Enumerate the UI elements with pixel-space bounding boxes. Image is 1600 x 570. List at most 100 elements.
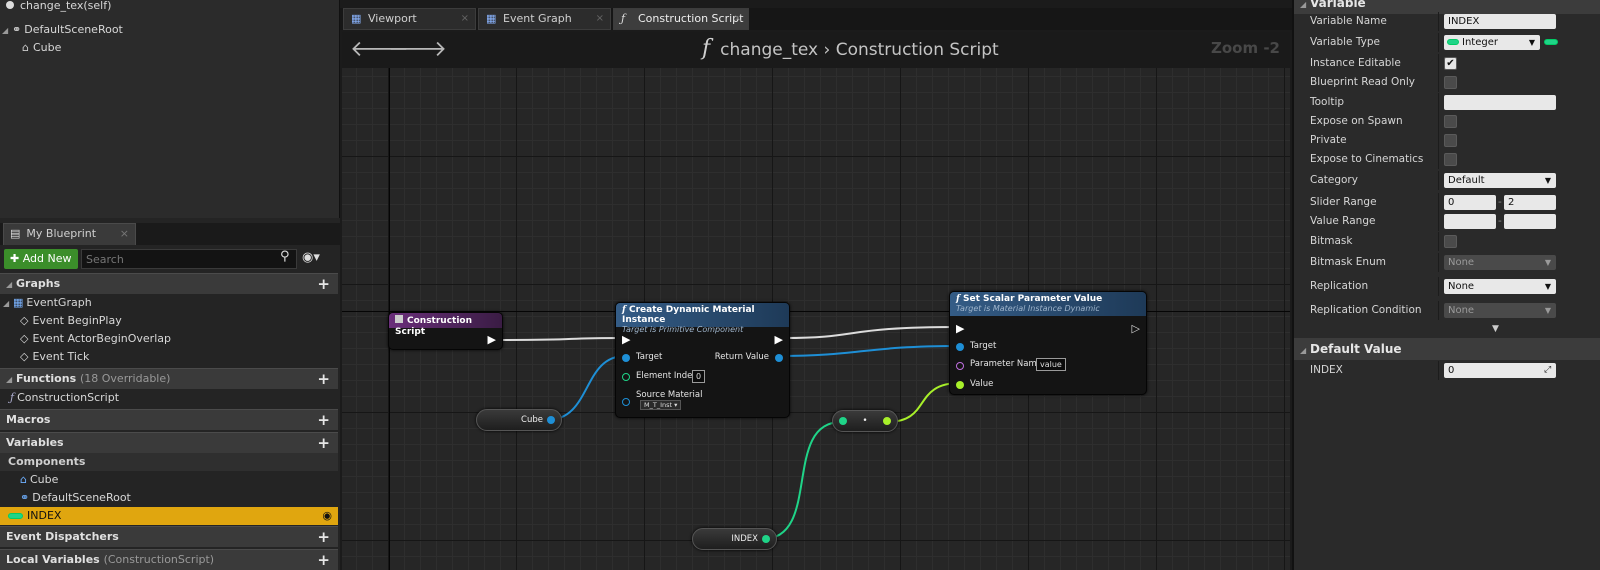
variable-name-field[interactable]: INDEX: [1444, 14, 1556, 29]
section-macros[interactable]: Macros +: [0, 409, 338, 430]
object-pin[interactable]: [547, 416, 555, 424]
node-cube-variable[interactable]: Cube: [476, 409, 562, 431]
eye-icon[interactable]: ◉: [322, 507, 332, 525]
forward-arrow-icon[interactable]: 🡒: [388, 36, 447, 62]
close-icon[interactable]: ×: [461, 9, 469, 29]
section-dispatchers-label: Event Dispatchers: [6, 530, 119, 543]
node-index-variable[interactable]: INDEX: [692, 528, 777, 550]
expand-arrow-icon[interactable]: ◢: [2, 22, 12, 40]
exec-out-pin[interactable]: ▷: [1132, 322, 1140, 335]
object-pin[interactable]: [622, 398, 630, 406]
close-icon[interactable]: ×: [734, 9, 742, 29]
add-graph-icon[interactable]: +: [317, 274, 330, 294]
float-pin[interactable]: [956, 381, 964, 389]
int-pin[interactable]: [839, 417, 847, 425]
int-pin[interactable]: [762, 535, 770, 543]
tab-construction-script[interactable]: ƒ Construction Script ×: [613, 8, 749, 30]
exec-in-pin[interactable]: ▶: [956, 322, 964, 335]
add-function-icon[interactable]: +: [317, 369, 330, 389]
node-create-dynamic-material-instance[interactable]: f Create Dynamic Material Instance Targe…: [615, 302, 790, 418]
expose-on-spawn-checkbox[interactable]: [1444, 115, 1457, 128]
expand-arrow-icon[interactable]: ◢: [1300, 340, 1310, 362]
category-dropdown[interactable]: Default ▼: [1444, 173, 1556, 188]
search-icon[interactable]: ⚲: [280, 249, 290, 264]
name-pin[interactable]: [956, 362, 964, 370]
source-material-dropdown[interactable]: M_T_Inst ▾: [640, 400, 682, 410]
tab-event-graph[interactable]: ▦ Event Graph ×: [478, 8, 611, 30]
conversion-dot: •: [862, 416, 868, 426]
breadcrumb-owner[interactable]: change_tex: [720, 40, 818, 60]
value-range-min-field[interactable]: [1444, 214, 1496, 229]
add-local-variable-icon[interactable]: +: [317, 550, 330, 570]
section-event-dispatchers[interactable]: Event Dispatchers +: [0, 526, 338, 547]
exec-out-pin[interactable]: ▶: [775, 333, 783, 346]
add-new-button[interactable]: ✚ Add New ▾: [4, 249, 78, 284]
expose-to-cinematics-checkbox[interactable]: [1444, 153, 1457, 166]
search-input[interactable]: [81, 249, 297, 269]
function-item-constructionscript[interactable]: ƒ ConstructionScript: [0, 389, 338, 407]
row-default-index: INDEX 0 ⤢: [1294, 361, 1600, 380]
close-icon[interactable]: ×: [120, 224, 129, 244]
section-local-variables[interactable]: Local Variables (ConstructionScript) +: [0, 549, 338, 570]
bitmask-enum-dropdown[interactable]: None ▼: [1444, 255, 1556, 270]
exec-out-pin[interactable]: ▶: [488, 333, 496, 346]
object-pin[interactable]: [775, 354, 783, 362]
node-int-to-float-conversion[interactable]: •: [832, 410, 898, 432]
node-set-scalar-parameter-value[interactable]: f Set Scalar Parameter Value Target is M…: [949, 291, 1147, 395]
graph-item-overlap[interactable]: ◇ Event ActorBeginOverlap: [0, 330, 338, 348]
variable-item-default-scene-root[interactable]: ⚭ DefaultSceneRoot: [0, 489, 338, 507]
drag-resize-icon[interactable]: ⤢: [1544, 361, 1551, 380]
graph-item-tick[interactable]: ◇ Event Tick: [0, 348, 338, 366]
close-icon[interactable]: ×: [596, 9, 604, 29]
node-title: Set Scalar Parameter Value: [963, 294, 1103, 304]
component-cube[interactable]: ⌂ Cube: [22, 39, 61, 57]
bitmask-checkbox[interactable]: [1444, 235, 1457, 248]
section-graphs[interactable]: ◢ Graphs +: [0, 273, 338, 294]
add-dispatcher-icon[interactable]: +: [317, 527, 330, 547]
component-self[interactable]: change_tex(self): [6, 0, 111, 15]
eye-icon[interactable]: ◉▾: [302, 250, 320, 265]
section-default-value[interactable]: ◢ Default Value: [1294, 338, 1600, 360]
static-mesh-icon: ⌂: [20, 473, 27, 486]
variable-type-dropdown[interactable]: Integer ▼: [1444, 35, 1540, 50]
graph-canvas[interactable]: 🡐 🡒 f change_tex › Construction Script Zo…: [342, 32, 1290, 570]
default-value-field[interactable]: 0: [1444, 363, 1556, 378]
expand-arrow-icon[interactable]: ◢: [3, 295, 13, 313]
tab-label: Construction Script: [638, 12, 744, 25]
expand-arrow-icon[interactable]: ◢: [6, 275, 16, 295]
replication-dropdown[interactable]: None ▼: [1444, 279, 1556, 294]
value-range-max-field[interactable]: [1504, 214, 1556, 229]
graph-tabstrip: ▦ Viewport × ▦ Event Graph × ƒ Construction S…: [340, 8, 1292, 30]
element-index-field[interactable]: 0: [692, 370, 706, 383]
tab-viewport[interactable]: ▦ Viewport ×: [343, 8, 476, 30]
add-new-label: Add New: [22, 252, 72, 265]
tooltip-field[interactable]: [1444, 95, 1556, 110]
object-pin[interactable]: [956, 343, 964, 351]
private-checkbox[interactable]: [1444, 134, 1457, 147]
parameter-name-field[interactable]: value: [1036, 358, 1066, 371]
exec-in-pin[interactable]: ▶: [622, 333, 630, 346]
expand-arrow-icon[interactable]: ◢: [6, 370, 16, 390]
section-variables[interactable]: Variables +: [0, 432, 338, 453]
advanced-expand-icon[interactable]: ▼: [1492, 324, 1499, 334]
graph-item-eventgraph[interactable]: ◢ ▦ EventGraph: [0, 294, 338, 312]
variables-components-header[interactable]: Components: [0, 453, 338, 471]
float-pin[interactable]: [883, 417, 891, 425]
variable-item-index[interactable]: INDEX ◉: [0, 507, 338, 525]
add-macro-icon[interactable]: +: [317, 410, 330, 430]
graph-item-beginplay[interactable]: ◇ Event BeginPlay: [0, 312, 338, 330]
tab-my-blueprint[interactable]: ▤ My Blueprint ×: [3, 223, 136, 245]
instance-editable-checkbox[interactable]: ✔: [1444, 57, 1457, 70]
container-type-icon[interactable]: [1544, 39, 1558, 45]
slider-range-min-field[interactable]: 0: [1444, 195, 1496, 210]
slider-range-max-field[interactable]: 2: [1504, 195, 1556, 210]
section-functions[interactable]: ◢ Functions (18 Overridable) +: [0, 368, 338, 389]
replication-condition-dropdown[interactable]: None ▼: [1444, 303, 1556, 318]
component-default-scene-root[interactable]: ◢ ⚭ DefaultSceneRoot: [2, 21, 123, 39]
blueprint-read-only-checkbox[interactable]: [1444, 76, 1457, 89]
node-construction-script[interactable]: Construction Script ▶: [388, 312, 503, 350]
add-variable-icon[interactable]: +: [317, 433, 330, 453]
object-pin[interactable]: [622, 354, 630, 362]
int-pin[interactable]: [622, 373, 630, 381]
variable-item-cube[interactable]: ⌂ Cube: [0, 471, 338, 489]
